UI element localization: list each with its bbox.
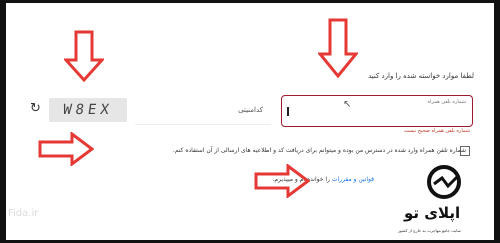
phone-label: شماره تلفن همراه — [427, 99, 467, 105]
watermark: Fida.ir — [8, 208, 39, 219]
logo-name: اپلای تو — [404, 204, 461, 222]
logo-tagline: سایت جامع مهاجرت به خارج از کشور — [398, 228, 461, 233]
arrow-down-icon — [318, 18, 358, 78]
refresh-captcha-icon[interactable]: ↻ — [30, 101, 41, 116]
phone-error-message: شماره تلفن همراه صحیح نیست — [403, 128, 470, 134]
captcha-image: W8EX — [49, 98, 127, 122]
form-title: لطفا موارد خواسته شده را وارد کنید — [368, 72, 474, 80]
captcha-text: W8EX — [62, 102, 114, 118]
arrow-down-icon — [64, 30, 104, 82]
consent-text: شماره تلفن همراه وارد شده در دسترس من بو… — [172, 147, 466, 154]
rules-link[interactable]: قوانین و مقررات — [332, 176, 374, 183]
arrow-right-icon — [38, 132, 94, 166]
captcha-input[interactable]: کدامنیتی — [135, 97, 271, 125]
captcha-placeholder: کدامنیتی — [238, 106, 263, 114]
mouse-cursor-icon: ↖ — [343, 99, 352, 110]
text-caret — [287, 107, 289, 116]
arrow-right-icon — [254, 164, 310, 198]
phone-input[interactable]: شماره تلفن همراه — [281, 95, 473, 127]
